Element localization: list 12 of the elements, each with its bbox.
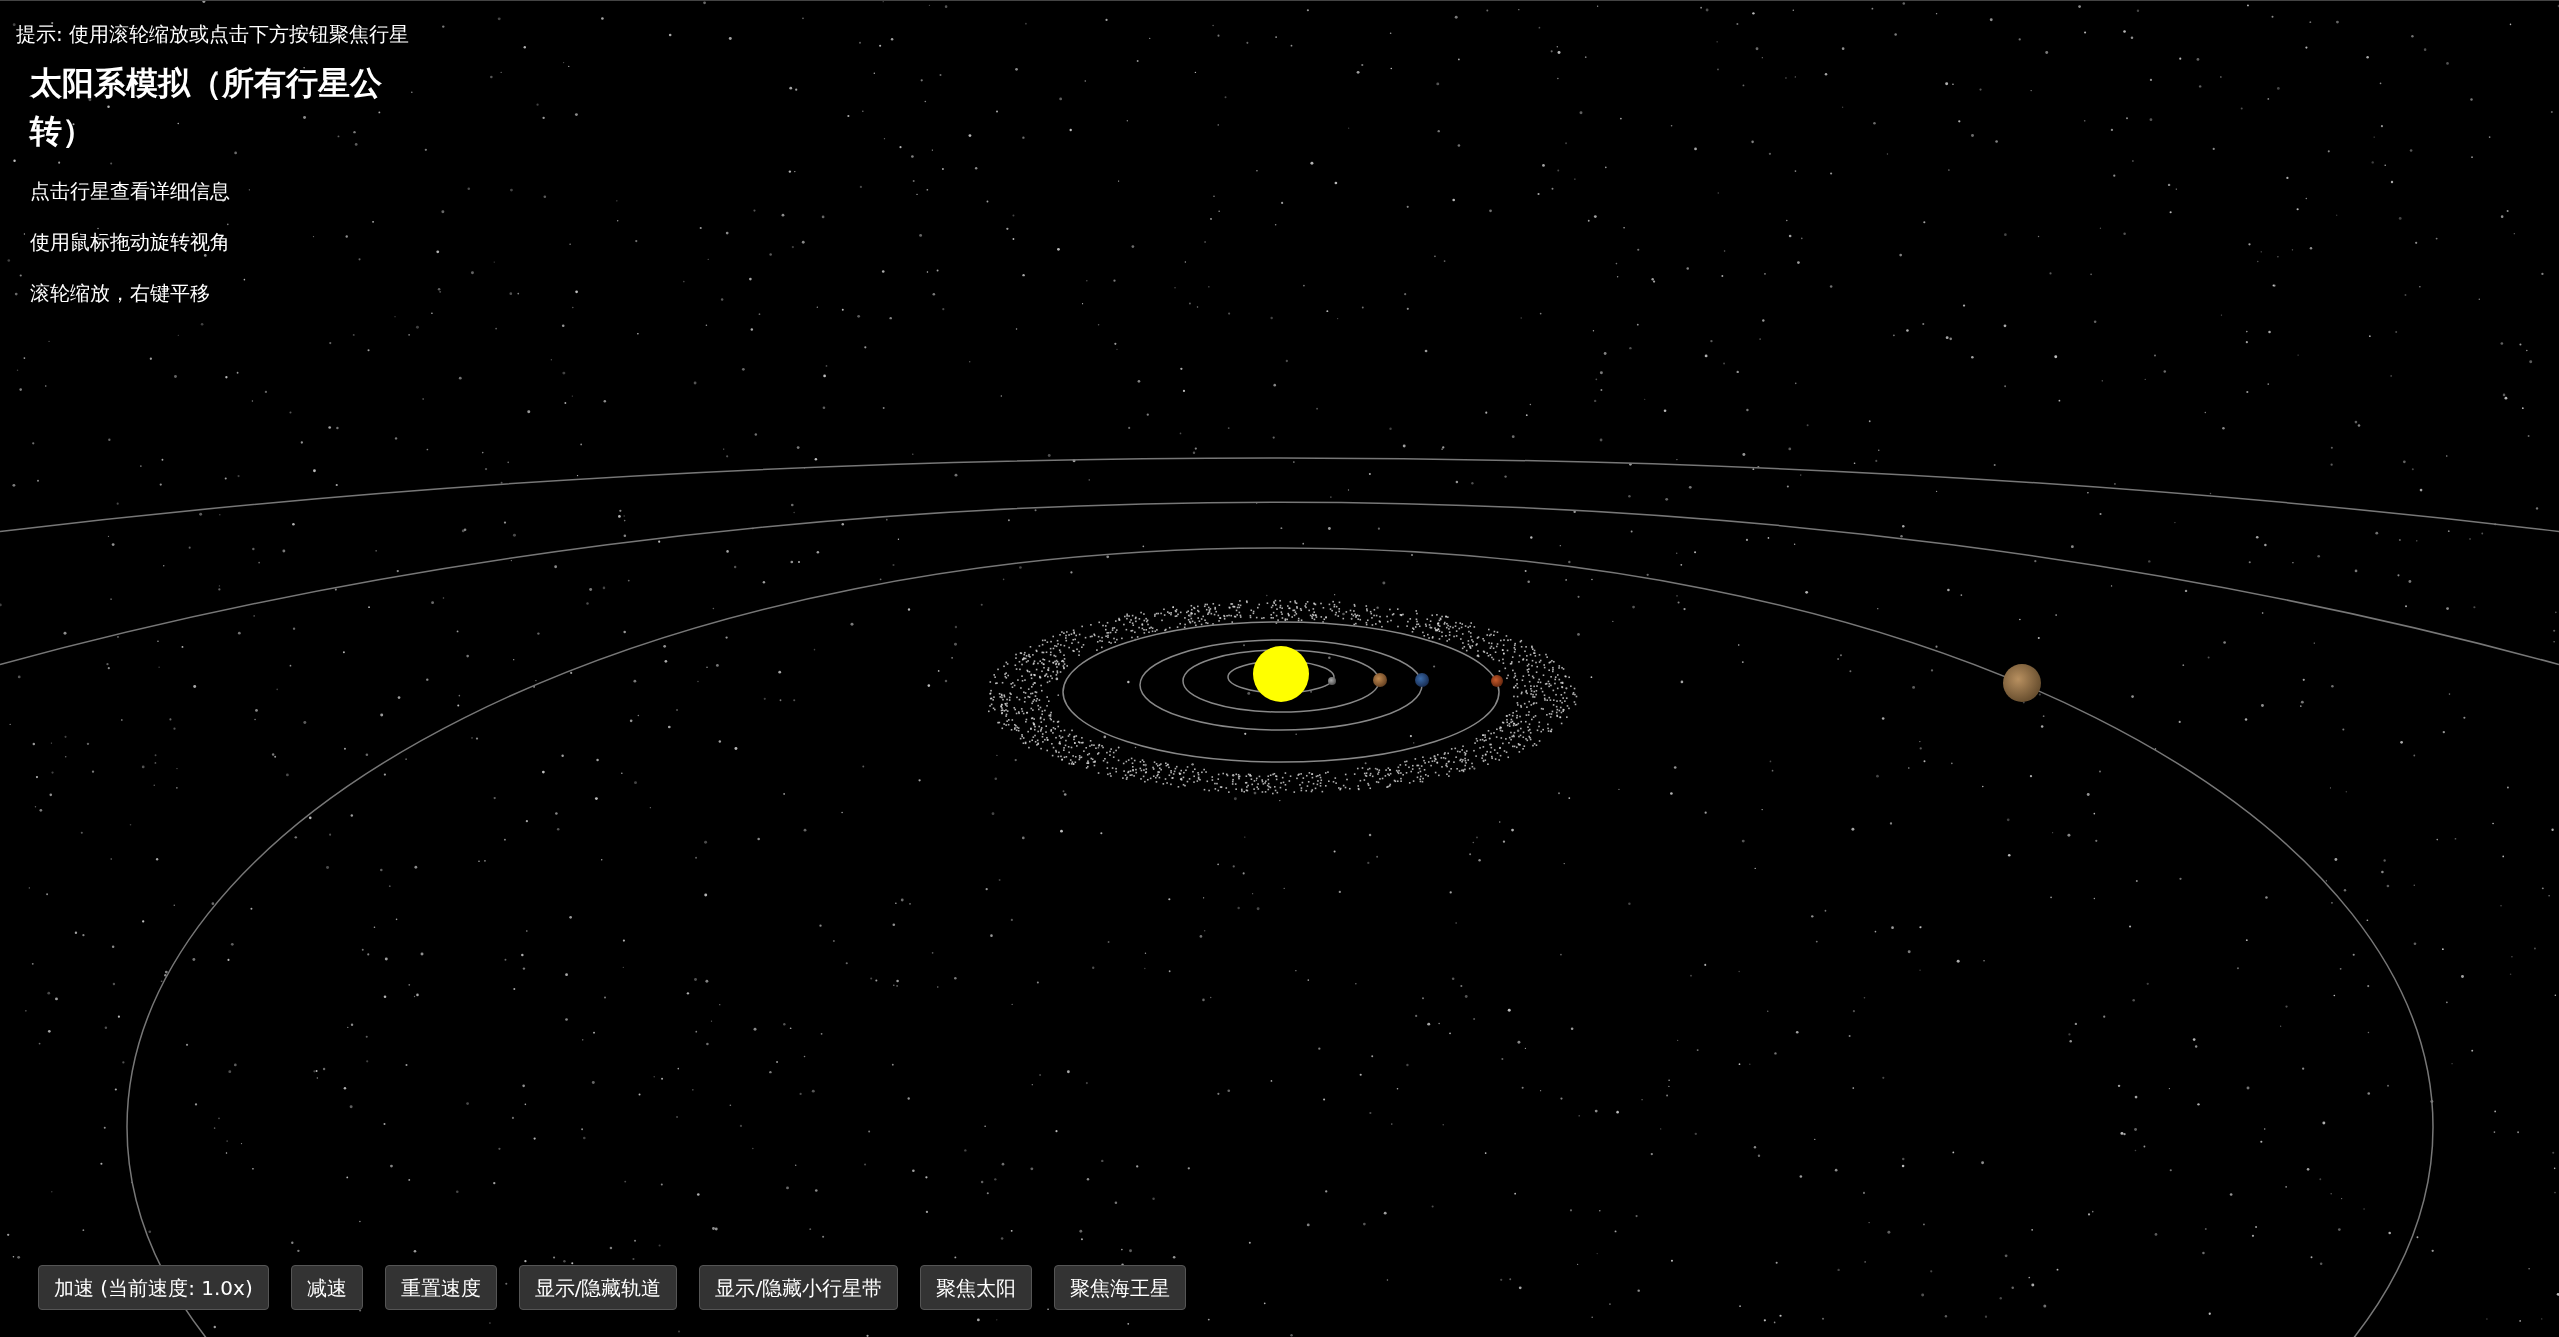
info-text: 点击行星查看详细信息 (30, 178, 231, 205)
control-button[interactable]: 显示/隐藏轨道 (518, 1265, 678, 1310)
control-button[interactable]: 重置速度 (384, 1265, 497, 1310)
panel-title: 太阳系模拟（所有行星公转） (30, 63, 383, 152)
control-button[interactable]: 减速 (290, 1265, 363, 1310)
info-text: 滚轮缩放，右键平移 (30, 280, 211, 307)
control-button[interactable]: 聚焦海王星 (1054, 1265, 1187, 1310)
control-button[interactable]: 显示/隐藏小行星带 (699, 1265, 899, 1310)
control-button[interactable]: 聚焦太阳 (920, 1265, 1033, 1310)
hint-text: 提示: 使用滚轮缩放或点击下方按钮聚焦行星 (16, 21, 410, 48)
control-button[interactable]: 加速 (当前速度: 1.0x) (38, 1265, 269, 1310)
info-text: 使用鼠标拖动旋转视角 (30, 229, 231, 256)
